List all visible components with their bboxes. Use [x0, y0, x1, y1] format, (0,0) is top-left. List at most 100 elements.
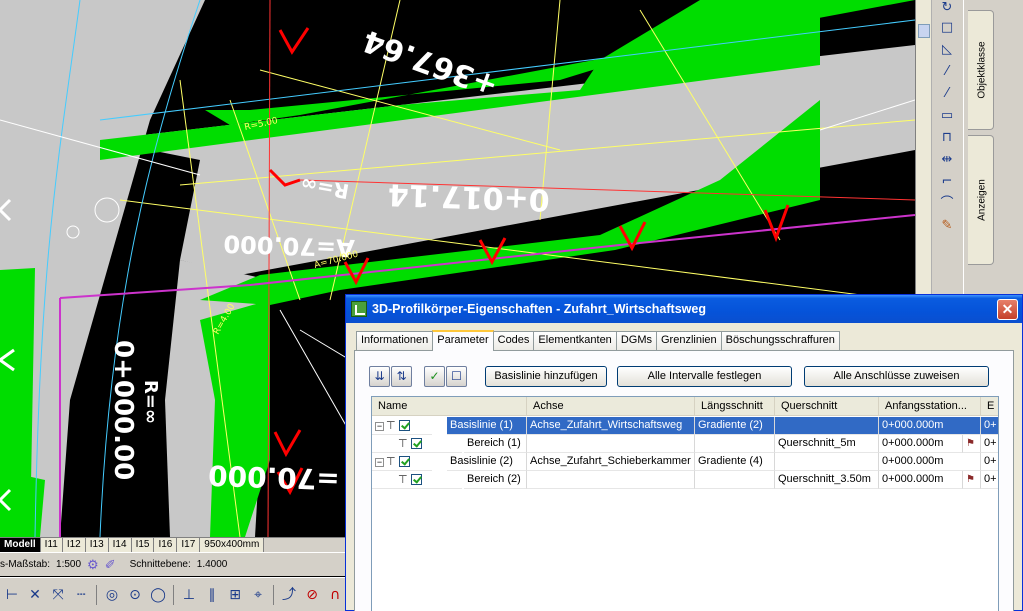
region-checkbox[interactable]: [410, 438, 422, 449]
layout-tab[interactable]: I15: [131, 538, 155, 552]
layout-tab[interactable]: I14: [108, 538, 132, 552]
set-all-intervals-button[interactable]: Alle Intervalle festlegen: [617, 365, 792, 387]
table-row[interactable]: − ⊤ Basislinie (1) Achse_Zufahrt_Wirtscha…: [372, 417, 998, 435]
row-querschnitt[interactable]: Querschnitt_5m: [775, 435, 879, 453]
tab-anzeigen[interactable]: Anzeigen: [968, 135, 994, 265]
tangent-icon[interactable]: ◯: [148, 584, 168, 606]
collapse-all-icon[interactable]: ⇊: [369, 365, 390, 387]
apparent-intersection-icon[interactable]: ⤧: [48, 584, 68, 606]
row-laengsschnitt[interactable]: [695, 471, 775, 489]
layout-tab[interactable]: I17: [177, 538, 201, 552]
check-all-icon[interactable]: ✓: [424, 365, 445, 387]
row-achse[interactable]: Achse_Zufahrt_Wirtschaftsweg: [527, 417, 695, 435]
pick-station-icon[interactable]: ⚑: [963, 471, 981, 489]
column-header-end[interactable]: E: [981, 397, 998, 416]
tab-informationen[interactable]: Informationen: [356, 331, 434, 350]
fillet-icon[interactable]: ⌐: [936, 172, 958, 192]
row-end[interactable]: 0+: [981, 417, 998, 435]
row-laengsschnitt[interactable]: Gradiente (4): [695, 453, 775, 471]
row-end[interactable]: 0+: [981, 435, 998, 453]
expand-all-icon[interactable]: ⇅: [391, 365, 412, 387]
box-icon[interactable]: ▭: [936, 106, 958, 126]
row-anfangsstation[interactable]: 0+000.000m: [879, 453, 981, 471]
pick-station-icon[interactable]: ⚑: [963, 435, 981, 453]
annotation-scale-icon[interactable]: ⚙: [87, 557, 99, 573]
nearest-icon[interactable]: ⤴: [279, 584, 299, 606]
node-icon[interactable]: ⌖: [248, 584, 268, 606]
extension-icon[interactable]: ┄: [71, 584, 91, 606]
layout-tab[interactable]: I12: [62, 538, 86, 552]
tab-dgms[interactable]: DGMs: [615, 331, 657, 350]
layout-tab[interactable]: 950x400mm: [200, 538, 265, 552]
row-name: Basislinie (1): [447, 417, 527, 435]
row-laengsschnitt[interactable]: Gradiente (2): [695, 417, 775, 435]
row-anfangsstation[interactable]: 0+000.000m: [879, 471, 963, 489]
layout-tab[interactable]: I11: [40, 538, 63, 552]
layout-tab[interactable]: Modell: [0, 538, 41, 552]
tab-objektklasse[interactable]: Objektklasse: [968, 10, 994, 130]
row-achse[interactable]: [527, 471, 695, 489]
close-button[interactable]: ✕: [997, 299, 1018, 320]
collapse-icon[interactable]: −: [375, 422, 384, 431]
row-anfangsstation[interactable]: 0+000.000m: [879, 417, 981, 435]
insert-icon[interactable]: ⊞: [225, 584, 245, 606]
rotate-icon[interactable]: ↻: [936, 0, 958, 18]
row-querschnitt[interactable]: [775, 417, 879, 435]
slope-icon[interactable]: ◺: [936, 40, 958, 60]
row-laengsschnitt[interactable]: [695, 435, 775, 453]
parallel-icon[interactable]: ∥: [202, 584, 222, 606]
scale-value[interactable]: 1:500: [56, 559, 81, 570]
uncheck-all-icon[interactable]: ☐: [446, 365, 467, 387]
row-achse[interactable]: Achse_Zufahrt_Schieberkammer: [527, 453, 695, 471]
layout-tab[interactable]: I13: [85, 538, 109, 552]
quadrant-icon[interactable]: ⊙: [125, 584, 145, 606]
column-header-achse[interactable]: Achse: [527, 397, 695, 416]
tab-parameter[interactable]: Parameter: [432, 330, 494, 351]
tab-elementkanten[interactable]: Elementkanten: [533, 331, 617, 350]
row-querschnitt[interactable]: Querschnitt_3.50m: [775, 471, 879, 489]
tab-boeschungsschraffuren[interactable]: Böschungsschraffuren: [720, 331, 840, 350]
tab-grenzlinien[interactable]: Grenzlinien: [655, 331, 722, 350]
tree-node: ⊤: [372, 471, 462, 489]
baseline-checkbox[interactable]: [398, 456, 410, 467]
row-achse[interactable]: [527, 435, 695, 453]
pen-icon[interactable]: ✐: [105, 557, 116, 573]
arc-icon[interactable]: ⌒: [936, 194, 958, 214]
station-label: =70.000: [208, 458, 341, 496]
brush-icon[interactable]: ✎: [936, 216, 958, 236]
table-row[interactable]: ⊤ Bereich (1) Querschnitt_5m 0+000.000m …: [372, 435, 998, 453]
scrollbar-thumb[interactable]: [918, 24, 930, 38]
column-header-name[interactable]: Name: [372, 397, 527, 416]
row-anfangsstation[interactable]: 0+000.000m: [879, 435, 963, 453]
row-querschnitt[interactable]: [775, 453, 879, 471]
table-row[interactable]: ⊤ Bereich (2) Querschnitt_3.50m 0+000.00…: [372, 471, 998, 489]
arrows-icon[interactable]: ⇹: [936, 150, 958, 170]
collapse-icon[interactable]: −: [375, 458, 384, 467]
layout-tab[interactable]: I16: [154, 538, 178, 552]
station-label: 0+000.00: [108, 340, 138, 480]
perpendicular-icon[interactable]: ⊥: [179, 584, 199, 606]
row-end[interactable]: 0+: [981, 453, 998, 471]
baseline-checkbox[interactable]: [398, 420, 410, 431]
column-header-querschnitt[interactable]: Querschnitt: [775, 397, 879, 416]
center-icon[interactable]: ◎: [102, 584, 122, 606]
line-dash-icon[interactable]: ⁄: [936, 84, 958, 104]
rectangle-icon[interactable]: □: [936, 18, 958, 38]
assign-all-connections-button[interactable]: Alle Anschlüsse zuweisen: [804, 365, 989, 387]
table-row[interactable]: − ⊤ Basislinie (2) Achse_Zufahrt_Schieber…: [372, 453, 998, 471]
tab-codes[interactable]: Codes: [492, 331, 535, 350]
none-snap-icon[interactable]: ⊘: [302, 584, 322, 606]
dialog-titlebar[interactable]: 3D-Profilkörper-Eigenschaften - Zufahrt_…: [346, 295, 1022, 323]
region-checkbox[interactable]: [410, 474, 422, 485]
region-icon: ⊤: [398, 473, 408, 486]
column-header-laengsschnitt[interactable]: Längsschnitt: [695, 397, 775, 416]
section-value[interactable]: 1.4000: [197, 559, 228, 570]
intersection-icon[interactable]: ✕: [25, 584, 45, 606]
magnet-icon[interactable]: ∩: [325, 584, 345, 606]
snap-icon[interactable]: ⊢: [2, 584, 22, 606]
line-icon[interactable]: ⁄: [936, 62, 958, 82]
frame-icon[interactable]: ⊓: [936, 128, 958, 148]
column-header-anfangsstation[interactable]: Anfangsstation...: [879, 397, 981, 416]
add-baseline-button[interactable]: Basislinie hinzufügen: [485, 365, 607, 387]
row-end[interactable]: 0+: [981, 471, 998, 489]
